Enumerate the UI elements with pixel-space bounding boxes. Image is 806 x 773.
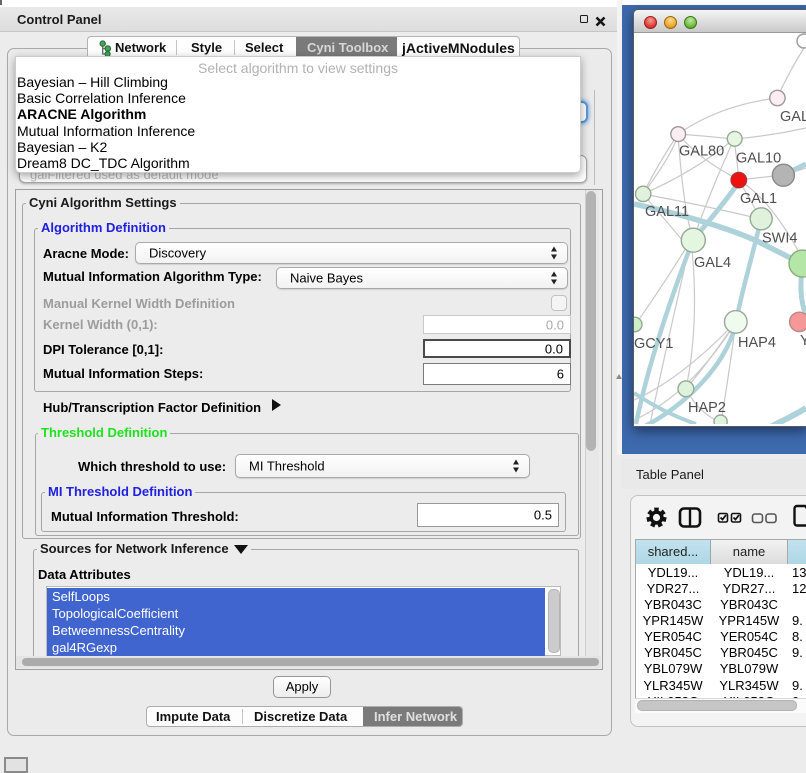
svg-text:GAL1: GAL1 (740, 191, 777, 207)
svg-text:HAP2: HAP2 (688, 400, 726, 416)
svg-text:GAL4: GAL4 (694, 255, 731, 271)
svg-text:GCY1: GCY1 (634, 336, 674, 352)
svg-text:GAL10: GAL10 (736, 151, 781, 167)
svg-text:GAL11: GAL11 (645, 204, 689, 220)
svg-text:GAL80: GAL80 (679, 144, 724, 160)
svg-text:Y: Y (800, 333, 806, 349)
svg-text:SWI4: SWI4 (762, 231, 797, 247)
svg-text:HAP4: HAP4 (738, 335, 776, 351)
svg-text:GAL2: GAL2 (780, 109, 806, 125)
